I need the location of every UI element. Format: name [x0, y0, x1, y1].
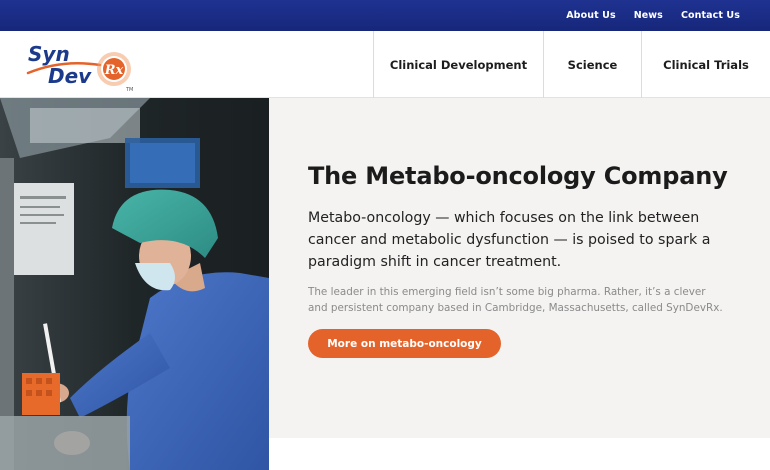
content-area-below — [269, 438, 770, 470]
nav-science[interactable]: Science — [543, 31, 641, 98]
nav-clinical-development[interactable]: Clinical Development — [373, 31, 543, 98]
logo-badge-text: Rx — [104, 63, 124, 78]
utility-bar: About Us News Contact Us — [0, 0, 770, 31]
hero-title: The Metabo-oncology Company — [308, 162, 728, 190]
main-header: Rx Syn Dev TM Clinical Development Scien… — [0, 31, 770, 98]
hero-body-text: The leader in this emerging field isn’t … — [308, 286, 723, 314]
hero-panel: The Metabo-oncology Company Metabo-oncol… — [269, 98, 770, 438]
about-us-link[interactable]: About Us — [566, 10, 615, 21]
news-link[interactable]: News — [634, 10, 663, 21]
nav-clinical-trials[interactable]: Clinical Trials — [641, 31, 770, 98]
logo-trademark: TM — [125, 87, 133, 93]
contact-us-link[interactable]: Contact Us — [681, 10, 740, 21]
hero-lead-text: Metabo-oncology — which focuses on the l… — [308, 210, 711, 270]
syndevrx-logo[interactable]: Rx Syn Dev TM — [22, 39, 140, 95]
more-on-metabo-oncology-button[interactable]: More on metabo-oncology — [308, 329, 501, 358]
logo-text-syn: Syn — [28, 42, 70, 66]
logo-text-dev: Dev — [48, 64, 92, 88]
primary-nav: Clinical Development Science Clinical Tr… — [373, 31, 770, 98]
hero-lab-photo — [0, 98, 269, 470]
